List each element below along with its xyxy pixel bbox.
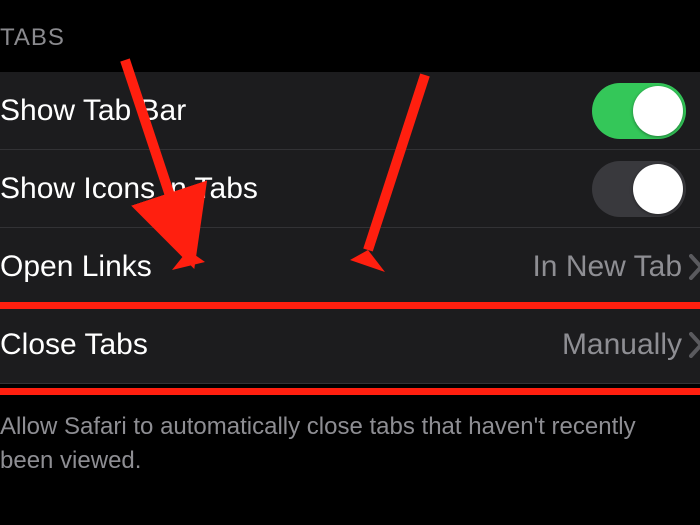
settings-screen: TABS Show Tab Bar Show Icons in Tabs Ope… [0,0,700,525]
row-close-tabs[interactable]: Close Tabs Manually [0,306,700,384]
toggle-show-icons-in-tabs[interactable] [592,161,686,217]
footer-description: Allow Safari to automatically close tabs… [0,410,690,478]
row-show-tab-bar[interactable]: Show Tab Bar [0,72,700,150]
chevron-right-icon [689,332,700,358]
row-value: In New Tab [532,250,682,284]
toggle-show-tab-bar[interactable] [592,83,686,139]
row-label: Show Icons in Tabs [0,172,258,206]
row-label: Show Tab Bar [0,94,186,128]
toggle-knob [633,86,683,136]
row-value: Manually [562,328,682,362]
chevron-right-icon [689,254,700,280]
row-show-icons-in-tabs[interactable]: Show Icons in Tabs [0,150,700,228]
annotation-highlight-bar-bottom [0,388,700,395]
toggle-knob [633,164,683,214]
row-label: Open Links [0,250,152,284]
tabs-settings-group: Show Tab Bar Show Icons in Tabs Open Lin… [0,72,700,384]
annotation-highlight-bar-top [0,302,700,309]
row-open-links[interactable]: Open Links In New Tab [0,228,700,306]
row-label: Close Tabs [0,328,148,362]
section-header-tabs: TABS [0,24,65,52]
